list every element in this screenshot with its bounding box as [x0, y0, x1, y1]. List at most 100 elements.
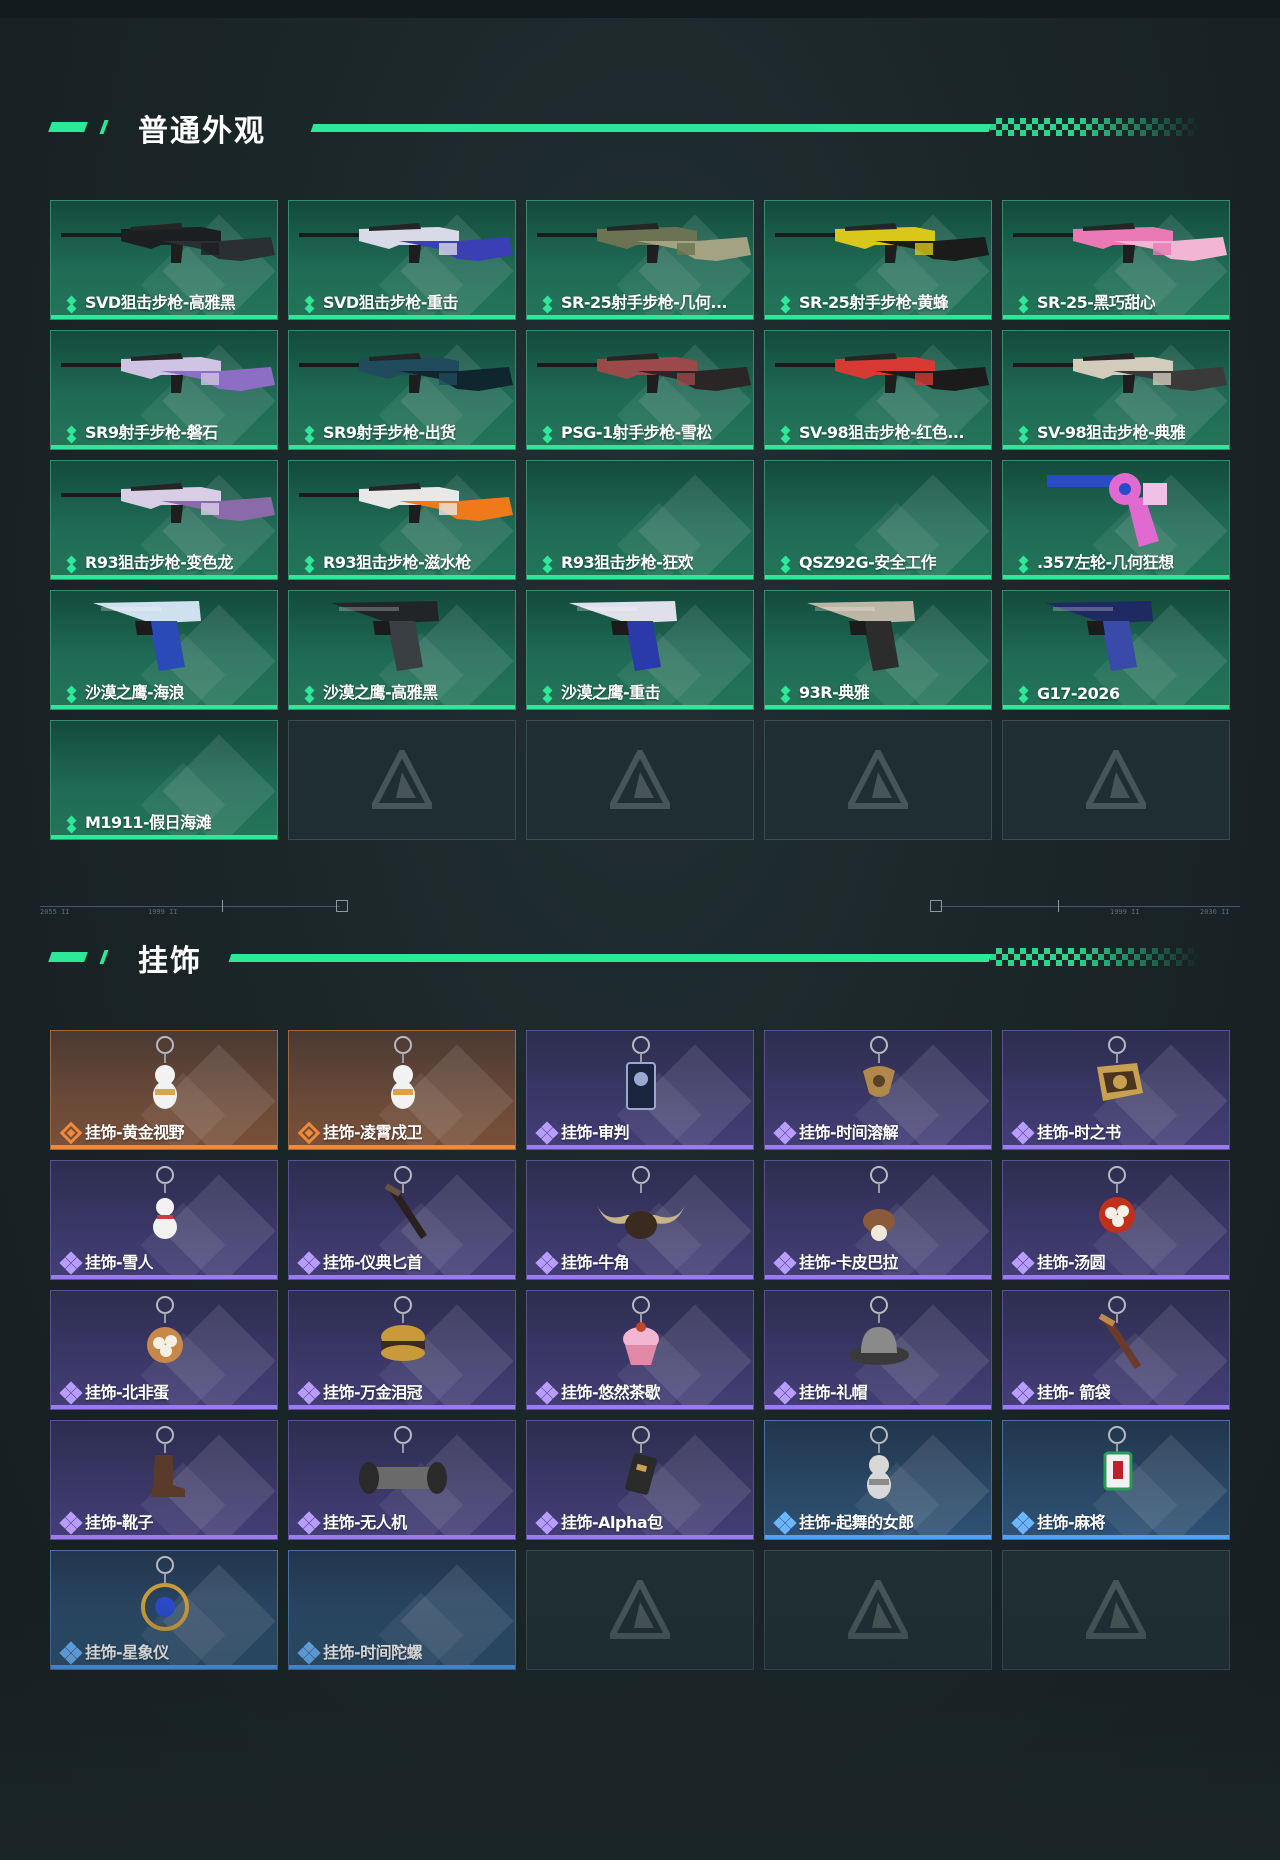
skin-card[interactable]: PSG-1射手步枪-雪松 — [526, 330, 754, 450]
charm-card[interactable]: 挂饰-麻将 — [1002, 1420, 1230, 1540]
rarity-stripe — [527, 1145, 753, 1149]
skin-card[interactable]: M1911-假日海滩 — [50, 720, 278, 840]
item-label: M1911-假日海滩 — [85, 813, 212, 832]
rarity-diamond-icon — [779, 425, 793, 444]
skin-card[interactable]: SR9射手步枪-出货 — [288, 330, 516, 450]
skin-card[interactable]: SVD狙击步枪-重击 — [288, 200, 516, 320]
rarity-diamond-icon — [541, 425, 555, 444]
skin-card[interactable]: SR-25-黑巧甜心 — [1002, 200, 1230, 320]
rarity-stripe — [527, 1405, 753, 1409]
charm-card[interactable]: 挂饰-审判 — [526, 1030, 754, 1150]
charm-card[interactable]: 挂饰-时间溶解 — [764, 1030, 992, 1150]
skin-card[interactable]: QSZ92G-安全工作 — [764, 460, 992, 580]
skin-card[interactable]: 沙漠之鹰-重击 — [526, 590, 754, 710]
charm-card[interactable]: 挂饰-礼帽 — [764, 1290, 992, 1410]
item-label: PSG-1射手步枪-雪松 — [561, 423, 712, 442]
weapon-image — [331, 601, 439, 671]
rarity-stripe — [527, 1275, 753, 1279]
skin-card[interactable]: G17-2026 — [1002, 590, 1230, 710]
charm-card[interactable]: 挂饰-时之书 — [1002, 1030, 1230, 1150]
rarity-diamond-icon — [1017, 295, 1031, 314]
skin-card[interactable]: R93狙击步枪-滋水枪 — [288, 460, 516, 580]
rarity-stripe — [289, 1535, 515, 1539]
skin-card[interactable]: 沙漠之鹰-海浪 — [50, 590, 278, 710]
charm-image — [867, 1426, 891, 1499]
charm-card[interactable]: 挂饰-无人机 — [288, 1420, 516, 1540]
charm-image — [151, 1426, 185, 1497]
item-label: 挂饰-万金泪冠 — [323, 1383, 423, 1402]
charm-card[interactable]: 挂饰- 箭袋 — [1002, 1290, 1230, 1410]
skin-card[interactable]: SR9射手步枪-磐石 — [50, 330, 278, 450]
charm-card[interactable]: 挂饰-仪典匕首 — [288, 1160, 516, 1280]
charm-image — [359, 1426, 447, 1494]
charm-card[interactable]: 挂饰-悠然茶歇 — [526, 1290, 754, 1410]
charm-image — [626, 1036, 656, 1110]
item-label: 挂饰-时之书 — [1037, 1123, 1121, 1142]
skin-card[interactable]: SV-98狙击步枪-红色... — [764, 330, 992, 450]
rarity-stripe — [51, 1535, 277, 1539]
weapon-image — [537, 223, 751, 263]
charm-card[interactable]: 挂饰-牛角 — [526, 1160, 754, 1280]
rarity-diamond-cluster-icon — [535, 1511, 559, 1535]
rarity-diamond-icon — [303, 425, 317, 444]
item-label: SR-25射手步枪-几何... — [561, 293, 728, 312]
item-label: R93狙击步枪-滋水枪 — [323, 553, 471, 572]
skin-card[interactable]: 沙漠之鹰-高雅黑 — [288, 590, 516, 710]
charm-card[interactable]: 挂饰-黄金视野 — [50, 1030, 278, 1150]
skin-card[interactable]: SV-98狙击步枪-典雅 — [1002, 330, 1230, 450]
rarity-stripe — [51, 835, 277, 839]
charm-card[interactable]: 挂饰-万金泪冠 — [288, 1290, 516, 1410]
charm-image — [849, 1296, 909, 1365]
rarity-stripe — [1003, 445, 1229, 449]
charm-card[interactable]: 挂饰-起舞的女郎 — [764, 1420, 992, 1540]
skin-card[interactable]: SR-25射手步枪-几何... — [526, 200, 754, 320]
charm-card[interactable]: 挂饰-北非蛋 — [50, 1290, 278, 1410]
weapon-image — [1045, 601, 1153, 671]
skin-card[interactable]: R93狙击步枪-狂欢 — [526, 460, 754, 580]
item-label: 挂饰- 箭袋 — [1037, 1383, 1111, 1402]
weapon-image — [807, 601, 915, 671]
weapon-image — [61, 223, 275, 263]
rarity-diamond-icon — [1017, 555, 1031, 574]
skin-card[interactable]: .357左轮-几何狂想 — [1002, 460, 1230, 580]
charm-card[interactable]: 挂饰-凌霄戍卫 — [288, 1030, 516, 1150]
charm-card[interactable]: 挂饰-雪人 — [50, 1160, 278, 1280]
weapon-image — [1047, 473, 1167, 547]
rarity-stripe — [289, 445, 515, 449]
item-label: 挂饰-悠然茶歇 — [561, 1383, 661, 1402]
skin-card[interactable]: 93R-典雅 — [764, 590, 992, 710]
rarity-diamond-cluster-icon — [773, 1251, 797, 1275]
item-label: 沙漠之鹰-海浪 — [85, 683, 185, 702]
rarity-stripe — [1003, 1145, 1229, 1149]
item-label: SR9射手步枪-出货 — [323, 423, 456, 442]
rarity-diamond-cluster-icon — [1011, 1511, 1035, 1535]
placeholder-logo-icon — [372, 750, 432, 809]
rarity-diamond-icon — [65, 815, 79, 834]
rarity-stripe — [765, 1535, 991, 1539]
skin-card[interactable]: SR-25射手步枪-黄蜂 — [764, 200, 992, 320]
weapon-image — [93, 601, 201, 671]
charm-image — [153, 1036, 177, 1109]
weapon-image — [51, 721, 278, 811]
rarity-diamond-icon — [779, 685, 793, 704]
ruler-label: 2030 II — [1200, 908, 1230, 916]
item-label: .357左轮-几何狂想 — [1037, 553, 1174, 572]
placeholder-logo-icon — [610, 750, 670, 809]
weapon-image — [1013, 353, 1227, 393]
charm-card[interactable]: 挂饰-汤圆 — [1002, 1160, 1230, 1280]
skin-card[interactable]: SVD狙击步枪-高雅黑 — [50, 200, 278, 320]
charm-card[interactable]: 挂饰-靴子 — [50, 1420, 278, 1540]
skin-card[interactable]: R93狙击步枪-变色龙 — [50, 460, 278, 580]
rarity-stripe — [527, 1535, 753, 1539]
rarity-stripe — [1003, 705, 1229, 709]
item-label: 沙漠之鹰-重击 — [561, 683, 661, 702]
charm-card[interactable]: 挂饰-Alpha包 — [526, 1420, 754, 1540]
charm-image — [863, 1036, 895, 1097]
item-label: SV-98狙击步枪-红色... — [799, 423, 965, 442]
rarity-diamond-icon — [779, 295, 793, 314]
rarity-stripe — [51, 445, 277, 449]
rarity-stripe — [1003, 1275, 1229, 1279]
weapon-image — [299, 353, 513, 393]
charm-card[interactable]: 挂饰-卡皮巴拉 — [764, 1160, 992, 1280]
weapon-image — [765, 461, 992, 551]
